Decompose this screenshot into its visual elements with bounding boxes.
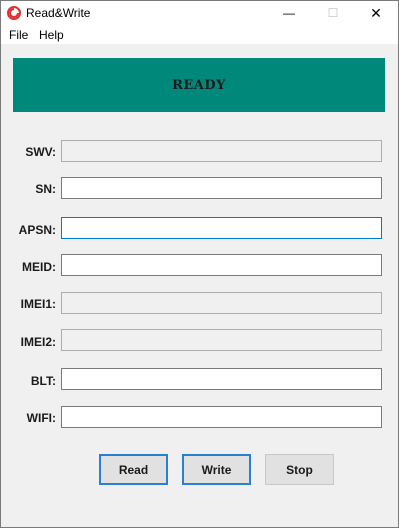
minimize-icon: — <box>283 6 295 20</box>
apsn-field[interactable] <box>61 217 382 239</box>
maximize-icon: ☐ <box>327 6 339 20</box>
write-button[interactable]: Write <box>182 454 251 485</box>
meid-field[interactable] <box>61 254 382 276</box>
blt-field[interactable] <box>61 368 382 390</box>
close-button[interactable]: ✕ <box>354 1 398 25</box>
maximize-button[interactable]: ☐ <box>311 1 355 25</box>
close-icon: ✕ <box>370 4 382 21</box>
menu-help[interactable]: Help <box>39 28 64 42</box>
sn-label: SN: <box>35 182 56 196</box>
imei1-label: IMEI1: <box>20 297 56 311</box>
status-banner: READY <box>13 58 385 112</box>
menu-bar: File Help <box>1 25 398 44</box>
wifi-field[interactable] <box>61 406 382 428</box>
meid-label: MEID: <box>22 260 56 274</box>
apsn-label: APSN: <box>18 223 56 237</box>
imei1-field[interactable] <box>61 292 382 314</box>
wifi-label: WIFI: <box>26 411 56 425</box>
blt-label: BLT: <box>30 374 56 388</box>
app-logo-icon <box>7 6 21 20</box>
title-bar[interactable]: Read&Write — ☐ ✕ <box>1 1 398 25</box>
minimize-button[interactable]: — <box>267 1 311 25</box>
stop-button[interactable]: Stop <box>265 454 334 485</box>
swv-label: SWV: <box>25 145 56 159</box>
read-button[interactable]: Read <box>99 454 168 485</box>
window-title: Read&Write <box>26 6 91 20</box>
imei2-field[interactable] <box>61 329 382 351</box>
app-window: Read&Write — ☐ ✕ File Help READY SWV: SN… <box>0 0 399 528</box>
menu-file[interactable]: File <box>9 28 28 42</box>
swv-field[interactable] <box>61 140 382 162</box>
sn-field[interactable] <box>61 177 382 199</box>
status-text: READY <box>172 77 226 93</box>
imei2-label: IMEI2: <box>20 335 56 349</box>
